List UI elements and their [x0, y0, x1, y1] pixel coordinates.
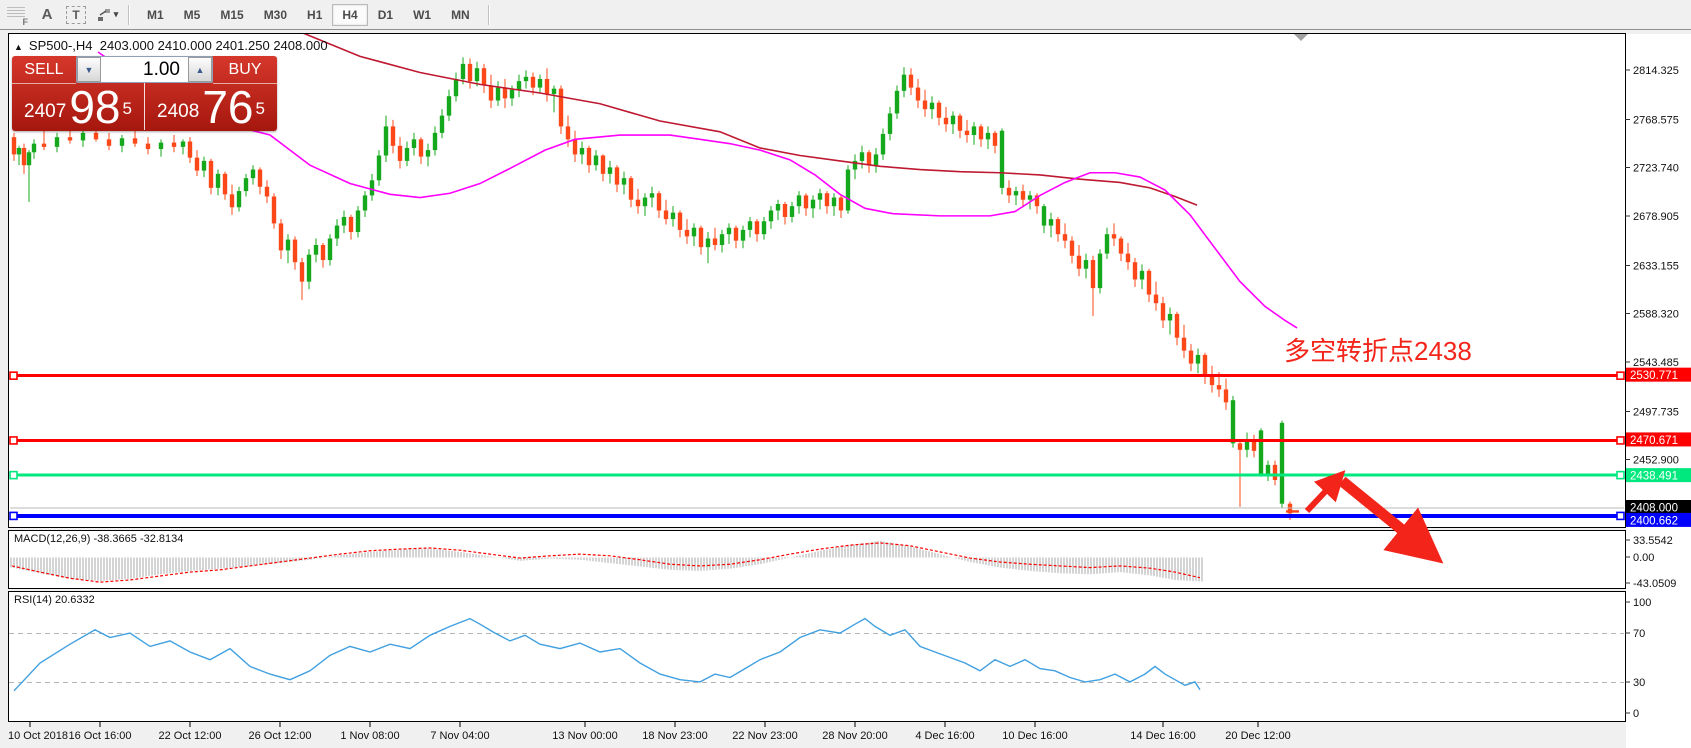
- tf-button-D1[interactable]: D1: [368, 4, 403, 26]
- date-axis-tick: 28 Nov 20:00: [822, 730, 887, 742]
- price-axis-tick: 2723.740: [1633, 163, 1679, 175]
- sell-price-sup: 5: [122, 83, 131, 135]
- rsi-axis-tick: 100: [1633, 597, 1651, 609]
- hline-handle[interactable]: [10, 437, 17, 444]
- buy-price-sup: 5: [255, 83, 264, 135]
- tf-button-H1[interactable]: H1: [297, 4, 332, 26]
- tf-button-M1[interactable]: M1: [137, 4, 174, 26]
- date-axis-tick: 26 Oct 12:00: [249, 730, 312, 742]
- date-axis-tick: 7 Nov 04:00: [430, 730, 489, 742]
- hline-handle[interactable]: [1617, 372, 1624, 379]
- arrange-objects-icon[interactable]: ▾: [94, 4, 120, 26]
- price-axis-tick: 2768.575: [1633, 114, 1679, 126]
- text-annotation[interactable]: 多空转折点2438: [1284, 331, 1472, 368]
- volume-stepper: ▼ 1.00 ▲: [76, 56, 213, 83]
- date-axis-tick: 10 Dec 16:00: [1002, 730, 1067, 742]
- ohlc-high: 2410.000: [158, 38, 212, 53]
- ohlc-close: 2408.000: [273, 38, 327, 53]
- price-axis-tick: 2452.900: [1633, 455, 1679, 467]
- hline-handle[interactable]: [10, 472, 17, 479]
- price-label-text: 2470.671: [1630, 435, 1678, 447]
- ohlc-low: 2401.250: [215, 38, 269, 53]
- date-axis-tick: 4 Dec 16:00: [915, 730, 974, 742]
- sell-price[interactable]: 2407 98 5: [12, 83, 145, 130]
- text-label-icon[interactable]: A: [36, 4, 58, 26]
- date-axis-tick: 14 Dec 16:00: [1130, 730, 1195, 742]
- text-box-icon[interactable]: T: [66, 6, 86, 24]
- rsi-axis-tick: 30: [1633, 677, 1645, 689]
- tf-button-M30[interactable]: M30: [254, 4, 297, 26]
- macd-axis-tick: -43.0509: [1633, 578, 1676, 590]
- price-axis-tick: 2678.905: [1633, 211, 1679, 223]
- mt4-window: F A T ▾ M1M5M15M30H1H4D1W1MN 2530.771 247…: [0, 0, 1691, 748]
- toolbar: F A T ▾ M1M5M15M30H1H4D1W1MN: [0, 0, 1691, 30]
- chart-title: ▲ SP500-,H4 2403.000 2410.000 2401.250 24…: [14, 38, 328, 53]
- date-axis-tick: 10 Oct 2018: [8, 730, 68, 742]
- sell-price-small: 2407: [24, 97, 66, 127]
- tf-button-H4[interactable]: H4: [332, 4, 367, 26]
- hline-handle[interactable]: [10, 512, 17, 519]
- rsi-pane: [9, 592, 1626, 722]
- buy-price-small: 2408: [157, 97, 199, 127]
- rsi-indicator-label: RSI(14) 20.6332: [14, 594, 95, 606]
- dropdown-caret-icon[interactable]: ▾: [114, 9, 119, 20]
- sell-button[interactable]: SELL: [12, 56, 76, 84]
- date-axis-tick: 22 Oct 12:00: [159, 730, 222, 742]
- macd-indicator-label: MACD(12,26,9) -38.3665 -32.8134: [14, 533, 183, 545]
- hline-handle[interactable]: [1617, 437, 1624, 444]
- price-axis-tick: 2633.155: [1633, 260, 1679, 272]
- volume-input[interactable]: 1.00: [101, 57, 188, 82]
- price-label-text: 2400.662: [1630, 515, 1678, 527]
- price-label-text: 2530.771: [1630, 370, 1678, 382]
- axis-strip: [1626, 34, 1691, 748]
- buy-price[interactable]: 2408 76 5: [145, 83, 277, 130]
- date-axis-tick: 22 Nov 23:00: [732, 730, 797, 742]
- tf-button-W1[interactable]: W1: [403, 4, 441, 26]
- price-label-text: 2408.000: [1630, 503, 1678, 515]
- hline-handle[interactable]: [10, 372, 17, 379]
- toolbar-separator: [128, 5, 129, 25]
- tf-button-MN[interactable]: MN: [441, 4, 480, 26]
- buy-button[interactable]: BUY: [213, 56, 277, 84]
- macd-axis-tick: 33.5542: [1633, 535, 1673, 547]
- buy-price-big: 76: [202, 87, 253, 127]
- volume-increase-button[interactable]: ▲: [188, 57, 212, 82]
- tf-button-M5[interactable]: M5: [174, 4, 211, 26]
- date-axis-tick: 13 Nov 00:00: [552, 730, 617, 742]
- symbol-name: SP500-,H4: [29, 38, 93, 53]
- date-axis-tick: 16 Oct 16:00: [69, 730, 132, 742]
- macd-axis-tick: 0.00: [1633, 552, 1654, 564]
- indicators-grid-icon[interactable]: F: [6, 6, 28, 24]
- price-axis-tick: 2814.325: [1633, 65, 1679, 77]
- sell-price-big: 98: [69, 87, 120, 127]
- price-label-text: 2438.491: [1630, 471, 1678, 483]
- price-axis-tick: 2497.735: [1633, 406, 1679, 418]
- volume-decrease-button[interactable]: ▼: [77, 57, 101, 82]
- hline-handle[interactable]: [1617, 512, 1624, 519]
- date-axis-tick: 18 Nov 23:00: [642, 730, 707, 742]
- ohlc-open: 2403.000: [100, 38, 154, 53]
- last-price-dash: [1286, 510, 1299, 512]
- tf-button-M15[interactable]: M15: [210, 4, 253, 26]
- symbol-marker-icon: ▲: [14, 42, 23, 52]
- rsi-axis-tick: 70: [1633, 628, 1645, 640]
- rsi-axis-tick: 0: [1633, 708, 1639, 720]
- price-axis-tick: 2588.320: [1633, 309, 1679, 321]
- toolbar-separator: [488, 5, 489, 25]
- price-axis-tick: 2543.485: [1633, 357, 1679, 369]
- date-axis-tick: 20 Dec 12:00: [1225, 730, 1290, 742]
- timeframe-group: M1M5M15M30H1H4D1W1MN: [137, 4, 480, 26]
- hline-handle[interactable]: [1617, 472, 1624, 479]
- date-axis-tick: 1 Nov 08:00: [340, 730, 399, 742]
- double-arrow-icon: [96, 8, 112, 22]
- one-click-trading-panel: SELL ▼ 1.00 ▲ BUY 2407 98 5 2408 76 5: [12, 56, 277, 131]
